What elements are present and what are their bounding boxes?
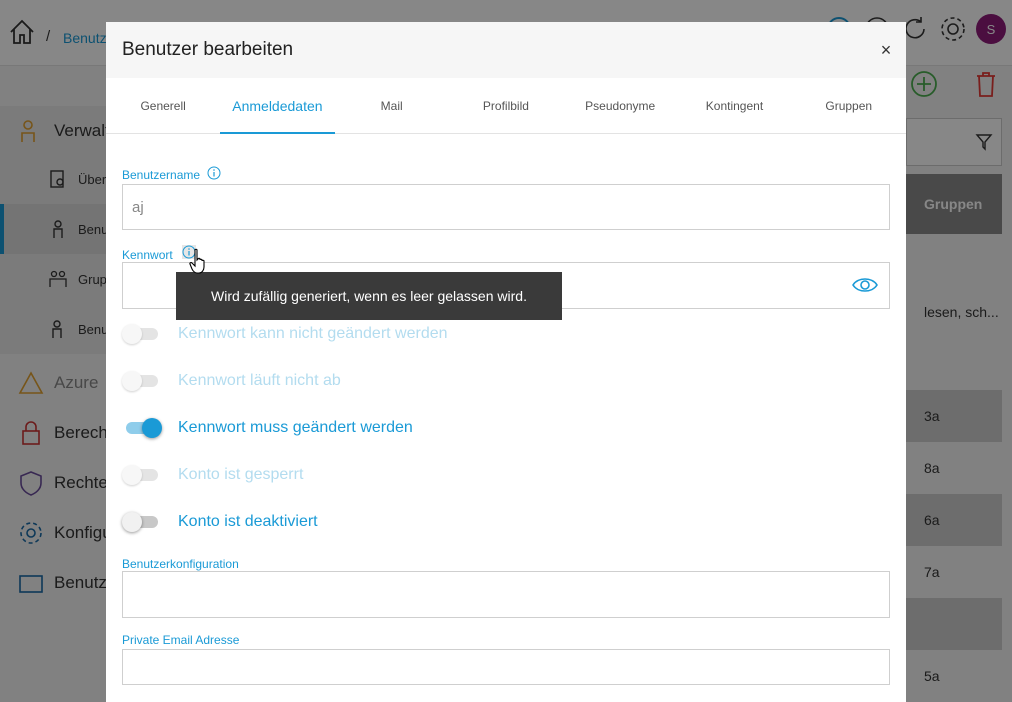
toggle-locked[interactable]	[122, 463, 162, 487]
toggle-must-change[interactable]	[122, 416, 162, 440]
dialog-header: Benutzer bearbeiten ×	[106, 22, 906, 78]
user-config-label: Benutzerkonfiguration	[122, 557, 239, 571]
toggle-label: Kennwort läuft nicht ab	[178, 372, 341, 389]
tab-gruppen[interactable]: Gruppen	[792, 78, 906, 133]
tab-pseudonyme[interactable]: Pseudonyme	[563, 78, 677, 133]
tab-profilbild[interactable]: Profilbild	[449, 78, 563, 133]
toggle-row-locked: Konto ist gesperrt	[122, 463, 303, 487]
toggle-row-cannot-change: Kennwort kann nicht geändert werden	[122, 322, 448, 346]
edit-user-dialog: Benutzer bearbeiten × Generell Anmeldeda…	[106, 22, 906, 702]
username-value: aj	[132, 198, 144, 216]
password-label: Kennwort	[122, 248, 173, 262]
toggle-label: Kennwort muss geändert werden	[178, 419, 413, 436]
toggle-label: Konto ist deaktiviert	[178, 513, 318, 530]
toggle-label: Kennwort kann nicht geändert werden	[178, 325, 448, 342]
tab-anmeldedaten[interactable]: Anmeldedaten	[220, 78, 335, 134]
username-field[interactable]: aj	[122, 184, 890, 230]
username-label: Benutzername	[122, 168, 201, 182]
private-email-label: Private Email Adresse	[122, 633, 240, 647]
tab-mail[interactable]: Mail	[335, 78, 449, 133]
tab-bar: Generell Anmeldedaten Mail Profilbild Ps…	[106, 78, 906, 134]
tab-kontingent[interactable]: Kontingent	[677, 78, 791, 133]
toggle-disabled[interactable]	[122, 510, 162, 534]
private-email-field[interactable]	[122, 649, 890, 685]
toggle-row-must-change: Kennwort muss geändert werden	[122, 416, 413, 440]
hand-cursor-icon	[189, 248, 205, 274]
password-tooltip: Wird zufällig generiert, wenn es leer ge…	[176, 272, 562, 320]
toggle-label: Konto ist gesperrt	[178, 466, 304, 483]
toggle-row-never-expires: Kennwort läuft nicht ab	[122, 369, 341, 393]
dialog-title: Benutzer bearbeiten	[122, 39, 294, 60]
tab-generell[interactable]: Generell	[106, 78, 220, 133]
eye-icon[interactable]	[851, 275, 879, 295]
toggle-row-disabled: Konto ist deaktiviert	[122, 510, 318, 534]
user-config-field[interactable]	[122, 571, 890, 618]
username-info-icon[interactable]	[207, 166, 221, 180]
toggle-cannot-change[interactable]	[122, 322, 162, 346]
toggle-never-expires[interactable]	[122, 369, 162, 393]
close-button[interactable]: ×	[876, 40, 896, 60]
